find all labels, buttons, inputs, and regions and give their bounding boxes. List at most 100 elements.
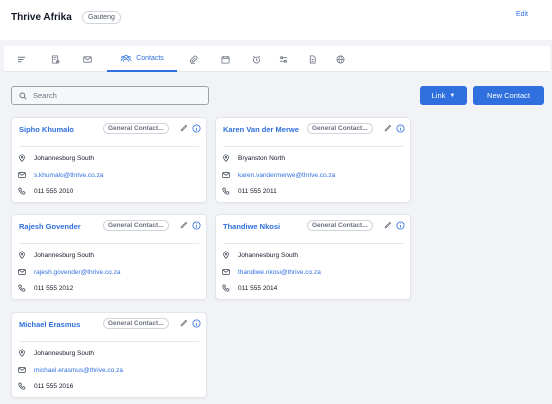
tab-calendar[interactable] (214, 46, 236, 72)
caret-down-icon: ▼ (449, 92, 456, 99)
envelope-icon (18, 269, 26, 275)
contact-name[interactable]: Thandiwe Nkosi (223, 221, 307, 232)
map-pin-icon (223, 251, 229, 259)
contact-email[interactable]: s.khumalo@thrive.co.za (34, 172, 103, 179)
contact-location: Johannesburg South (34, 251, 94, 259)
card-divider (19, 146, 199, 147)
tab-contacts[interactable]: Contacts (107, 46, 177, 72)
contact-location-row: Johannesburg South (18, 349, 94, 357)
search-icon (19, 91, 27, 100)
tab-overview[interactable] (10, 46, 32, 72)
contact-name[interactable]: Rajesh Govender (19, 221, 103, 232)
pencil-icon[interactable] (180, 319, 188, 327)
contact-location-row: Johannesburg South (18, 251, 94, 259)
contact-type-badge: General Contact... (307, 220, 373, 231)
contact-card: Karen Van der Merwe General Contact... B… (215, 117, 411, 203)
card-divider (223, 243, 403, 244)
envelope-icon (222, 269, 230, 275)
contact-phone: 011 555 2011 (238, 187, 277, 195)
contact-email-row: michael.erasmus@thrive.co.za (18, 366, 123, 374)
contact-phone: 011 555 2014 (238, 284, 278, 292)
envelope-icon (18, 172, 26, 178)
tab-bar: Contacts (4, 46, 550, 72)
map-pin-icon (19, 154, 25, 162)
contact-location: Bryanston North (238, 154, 285, 162)
info-icon[interactable] (192, 124, 201, 133)
list-icon (17, 56, 25, 62)
alarm-clock-icon (252, 55, 260, 64)
contact-email-row: s.khumalo@thrive.co.za (18, 171, 103, 179)
document-settings-icon (51, 54, 59, 64)
map-pin-icon (19, 251, 25, 259)
info-icon[interactable] (396, 221, 405, 230)
edit-link[interactable]: Edit (516, 11, 528, 18)
contact-location: Johannesburg South (34, 154, 94, 162)
contact-type-badge: General Contact... (103, 318, 169, 329)
pencil-icon[interactable] (180, 124, 188, 132)
contact-name[interactable]: Karen Van der Merwe (223, 124, 307, 135)
contact-card: Rajesh Govender General Contact... Johan… (11, 214, 207, 300)
contact-email[interactable]: rajesh.govender@thrive.co.za (34, 269, 120, 276)
contact-type-badge: General Contact... (307, 123, 373, 134)
info-icon[interactable] (396, 124, 405, 133)
contact-location: Johannesburg South (34, 349, 94, 357)
contact-email-row: thandiwe.nkosi@thrive.co.za (222, 268, 321, 276)
tab-documents[interactable] (301, 46, 323, 72)
contact-name[interactable]: Michael Erasmus (19, 319, 103, 330)
contact-phone-row: 011 555 2016 (18, 382, 73, 390)
envelope-icon (82, 55, 92, 63)
contact-phone: 011 555 2012 (34, 284, 74, 292)
contacts-icon (120, 54, 132, 62)
contact-location: Johannesburg South (238, 251, 298, 259)
card-divider (19, 243, 199, 244)
map-pin-icon (223, 154, 229, 162)
contact-card: Sipho Khumalo General Contact... Johanne… (11, 117, 207, 203)
contact-email[interactable]: thandiwe.nkosi@thrive.co.za (238, 269, 321, 276)
phone-icon (222, 187, 230, 195)
tab-filters[interactable] (272, 46, 294, 72)
card-divider (223, 146, 403, 147)
tab-attachments[interactable] (182, 46, 204, 72)
pencil-icon[interactable] (180, 221, 188, 229)
paperclip-icon (189, 55, 197, 64)
tab-email[interactable] (76, 46, 98, 72)
contact-card: Thandiwe Nkosi General Contact... Johann… (215, 214, 411, 300)
search-input[interactable] (33, 91, 203, 100)
info-icon[interactable] (192, 221, 201, 230)
page-header: Thrive Afrika Gauteng Edit (0, 0, 552, 40)
contact-location-row: Bryanston North (222, 154, 285, 162)
link-button-label: Link (431, 91, 446, 100)
envelope-icon (222, 172, 230, 178)
phone-icon (222, 284, 230, 292)
tab-web[interactable] (329, 46, 351, 72)
contact-email-row: rajesh.govender@thrive.co.za (18, 268, 120, 276)
file-icon (309, 54, 316, 64)
contact-location-row: Johannesburg South (18, 154, 94, 162)
sliders-icon (279, 55, 287, 63)
tab-contacts-label: Contacts (136, 54, 164, 62)
envelope-icon (18, 367, 26, 373)
contact-phone-row: 011 555 2012 (18, 284, 73, 292)
globe-icon (336, 55, 344, 63)
contact-phone: 011 555 2016 (34, 382, 74, 390)
search-field[interactable] (11, 86, 209, 105)
new-contact-button[interactable]: New Contact (473, 86, 544, 105)
contact-phone: 011 555 2010 (34, 187, 74, 195)
company-name: Thrive Afrika (11, 12, 72, 23)
contact-name[interactable]: Sipho Khumalo (19, 124, 103, 135)
contact-phone-row: 011 555 2014 (222, 284, 277, 292)
contact-phone-row: 011 555 2011 (222, 187, 277, 195)
contact-location-row: Johannesburg South (222, 251, 298, 259)
card-divider (19, 341, 199, 342)
tab-reminders[interactable] (245, 46, 267, 72)
contact-email[interactable]: karen.vandermerwe@thrive.co.za (238, 172, 335, 179)
tab-details[interactable] (44, 46, 66, 72)
pencil-icon[interactable] (384, 124, 392, 132)
info-icon[interactable] (192, 319, 201, 328)
link-button[interactable]: Link ▼ (420, 86, 467, 105)
phone-icon (18, 284, 26, 292)
contact-type-badge: General Contact... (103, 123, 169, 134)
calendar-icon (220, 55, 230, 64)
pencil-icon[interactable] (384, 221, 392, 229)
contact-email[interactable]: michael.erasmus@thrive.co.za (34, 367, 123, 374)
